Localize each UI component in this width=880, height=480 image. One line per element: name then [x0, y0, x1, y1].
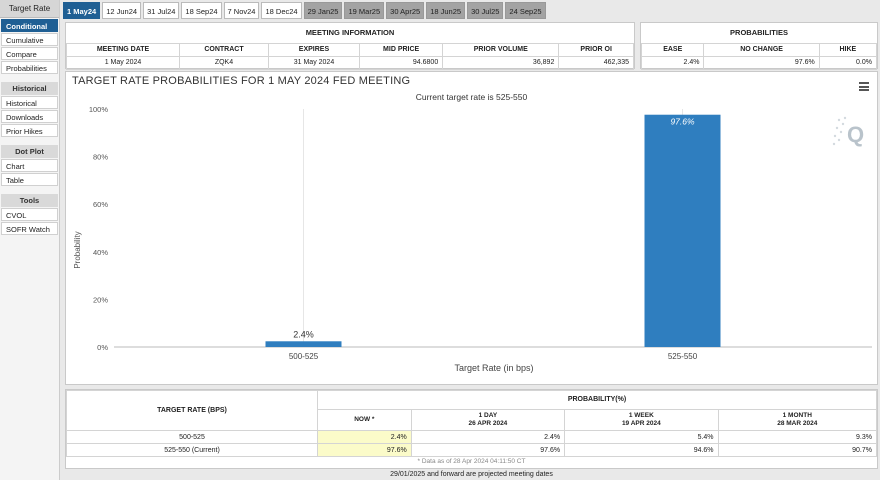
probabilities-panel: PROBABILITIES EASE NO CHANGE HIKE 2.4% 9…	[640, 22, 878, 70]
col-header: EXPIRES	[267, 42, 361, 57]
bar-525-550[interactable]	[644, 114, 721, 347]
probability-group-header: PROBABILITY(%)	[317, 390, 877, 410]
x-tick-label: 525-550	[668, 352, 698, 361]
sidebar: Target Rate Conditional Cumulative Compa…	[0, 0, 60, 480]
sidebar-item-prior-hikes[interactable]: Prior Hikes	[1, 124, 58, 137]
tab-meeting[interactable]: 7 Nov24	[223, 2, 260, 19]
y-tick-label: 20%	[93, 295, 108, 304]
chart-panel: TARGET RATE PROBABILITIES FOR 1 MAY 2024…	[65, 71, 878, 385]
table-row: 525-550 (Current) 97.6% 97.6% 94.6% 90.7…	[65, 443, 878, 457]
sidebar-item-historical[interactable]: Historical	[1, 96, 58, 109]
value-cell: 94.6%	[564, 443, 719, 457]
probabilities-table: PROBABILITIES EASE NO CHANGE HIKE 2.4% 9…	[640, 23, 878, 70]
rate-cell: 525-550 (Current)	[65, 443, 319, 457]
value-cell: 2.4%	[317, 430, 412, 444]
tab-meeting-projected[interactable]: 30 Jul25	[467, 2, 504, 19]
tab-meeting[interactable]: 1 May24	[63, 2, 101, 19]
sidebar-item-compare[interactable]: Compare	[1, 47, 58, 60]
target-rate-header: TARGET RATE (BPS)	[65, 390, 319, 431]
col-header: MEETING DATE	[65, 42, 181, 57]
col-header: PRIOR VOLUME	[442, 42, 560, 57]
probability-history-panel: TARGET RATE (BPS) PROBABILITY(%) NOW * 1…	[65, 389, 878, 469]
data-timestamp-note: * Data as of 28 Apr 2024 04:11:50 CT	[417, 458, 526, 465]
sidebar-item-conditional[interactable]: Conditional	[1, 19, 58, 32]
tab-meeting[interactable]: 18 Dec24	[261, 2, 302, 19]
col-header: EASE	[640, 42, 705, 57]
value-cell: 97.6%	[317, 443, 412, 457]
col-header-1-week: 1 WEEK 19 APR 2024	[564, 408, 719, 432]
sidebar-item-sofr-watch[interactable]: SOFR Watch	[1, 222, 58, 235]
tab-meeting[interactable]: 18 Sep24	[181, 2, 222, 19]
tab-meeting-projected[interactable]: 19 Mar25	[344, 2, 385, 19]
value-cell: 2.4%	[410, 430, 566, 444]
ease-value: 2.4%	[640, 55, 705, 70]
sidebar-item-probabilities[interactable]: Probabilities	[1, 61, 58, 74]
table-row: 500-525 2.4% 2.4% 5.4% 9.3%	[65, 430, 878, 444]
no-change-value: 97.6%	[703, 55, 820, 70]
bar-500-525[interactable]	[265, 341, 342, 347]
sidebar-item-downloads[interactable]: Downloads	[1, 110, 58, 123]
sidebar-section-dot-plot: Dot Plot	[1, 145, 58, 158]
data-label: 2.4%	[293, 329, 314, 339]
sidebar-top-items: Conditional Cumulative Compare Probabili…	[0, 19, 59, 74]
data-label: 97.6%	[670, 117, 695, 127]
tab-meeting[interactable]: 12 Jun24	[102, 2, 142, 19]
meeting-date: 1 May 2024	[65, 55, 181, 70]
probability-history-table: TARGET RATE (BPS) PROBABILITY(%) NOW * 1…	[65, 390, 878, 457]
col-header: CONTRACT	[179, 42, 269, 57]
value-cell: 90.7%	[717, 443, 878, 457]
meeting-tabs: 1 May24 12 Jun24 31 Jul24 18 Sep24 7 Nov…	[63, 2, 546, 19]
meeting-info-table: MEETING INFORMATION MEETING DATE CONTRAC…	[65, 23, 634, 70]
sidebar-title: Target Rate	[0, 0, 59, 18]
y-axis-label: Probability	[73, 231, 82, 268]
col-header-now: NOW *	[317, 408, 412, 432]
sidebar-section-historical: Historical	[1, 82, 58, 95]
col-header: HIKE	[818, 42, 878, 57]
value-cell: 9.3%	[717, 430, 878, 444]
col-header: NO CHANGE	[703, 42, 820, 57]
sidebar-section-tools: Tools	[1, 194, 58, 207]
tab-meeting-projected[interactable]: 24 Sep25	[505, 2, 546, 19]
x-axis-label: Target Rate (in bps)	[454, 363, 533, 373]
footer-note: 29/01/2025 and forward are projected mee…	[390, 471, 553, 478]
meeting-info-panel: MEETING INFORMATION MEETING DATE CONTRAC…	[65, 22, 635, 70]
probabilities-title: PROBABILITIES	[641, 23, 877, 43]
col-header-1-day: 1 DAY 26 APR 2024	[410, 408, 566, 432]
table-row: 2.4% 97.6% 0.0%	[640, 55, 878, 70]
sidebar-item-chart[interactable]: Chart	[1, 159, 58, 172]
meeting-info-title: MEETING INFORMATION	[66, 23, 634, 43]
sidebar-item-cumulative[interactable]: Cumulative	[1, 33, 58, 46]
prior-volume: 36,892	[442, 55, 560, 70]
y-tick-label: 100%	[89, 105, 109, 114]
tab-meeting[interactable]: 31 Jul24	[143, 2, 180, 19]
value-cell: 5.4%	[564, 430, 719, 444]
contract: ZQK4	[179, 55, 269, 70]
y-tick-label: 80%	[93, 153, 108, 162]
x-tick-label: 500-525	[289, 352, 319, 361]
y-tick-label: 0%	[97, 343, 108, 352]
y-tick-label: 40%	[93, 248, 108, 257]
value-cell: 97.6%	[410, 443, 566, 457]
prior-oi: 462,335	[558, 55, 634, 70]
table-row: 1 May 2024 ZQK4 31 May 2024 94.6800 36,8…	[65, 55, 634, 70]
mid-price: 94.6800	[359, 55, 444, 70]
tab-meeting-projected[interactable]: 30 Apr25	[386, 2, 425, 19]
y-tick-label: 60%	[93, 200, 108, 209]
col-header: PRIOR OI	[558, 42, 634, 57]
sidebar-item-table[interactable]: Table	[1, 173, 58, 186]
bar-chart: 0% 20% 40% 60% 80% 100% 500-525 2.4% 525-550 97.6…	[73, 105, 872, 373]
tab-meeting-projected[interactable]: 18 Jun25	[426, 2, 466, 19]
sidebar-item-cvol[interactable]: CVOL	[1, 208, 58, 221]
expires: 31 May 2024	[267, 55, 361, 70]
hike-value: 0.0%	[818, 55, 878, 70]
col-header: MID PRICE	[359, 42, 444, 57]
col-header-1-month: 1 MONTH 28 MAR 2024	[717, 408, 878, 432]
rate-cell: 500-525	[65, 430, 319, 444]
fedwatch-app: Target Rate Conditional Cumulative Compa…	[0, 0, 880, 480]
tab-meeting-projected[interactable]: 29 Jan25	[303, 2, 343, 19]
